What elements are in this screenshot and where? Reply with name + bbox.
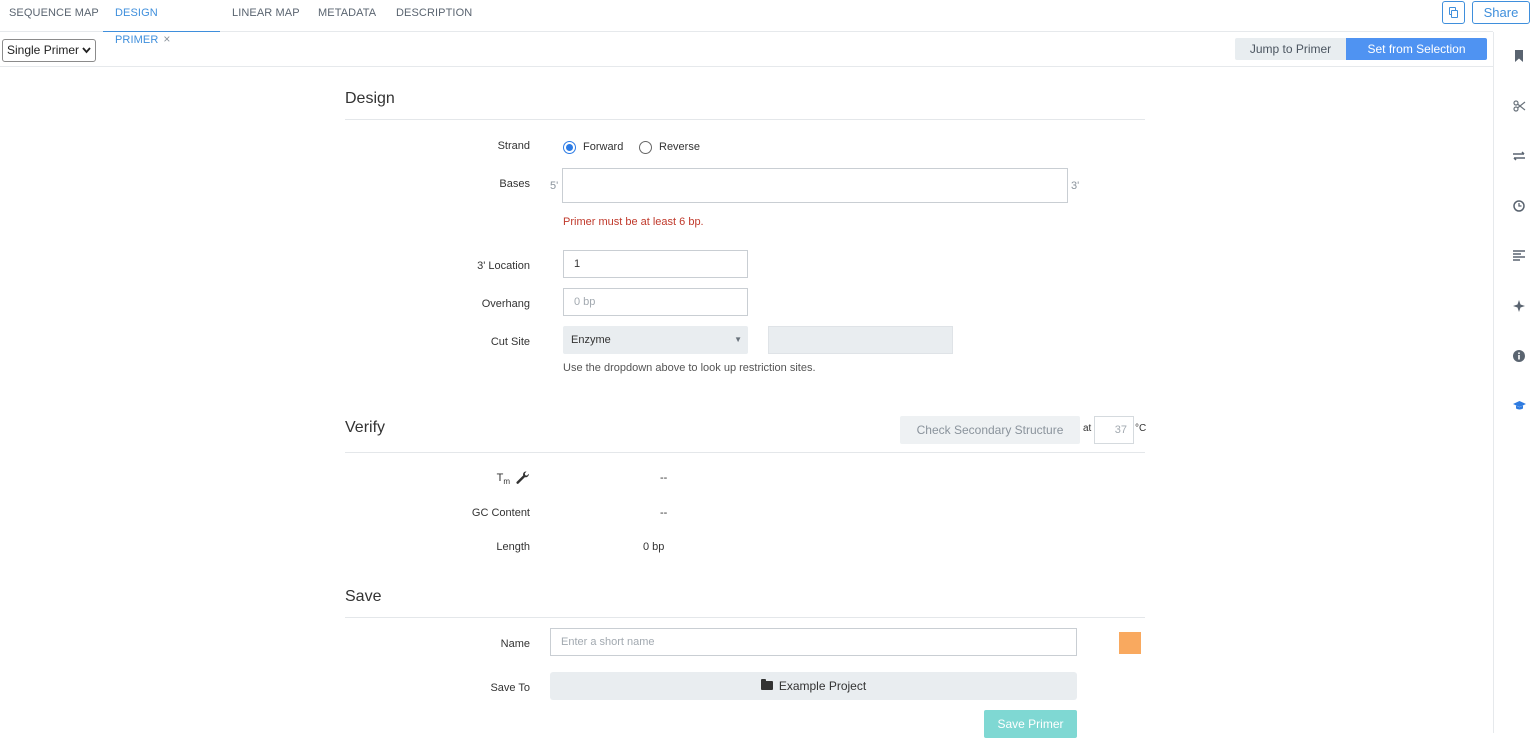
info-icon[interactable]: [1512, 350, 1526, 364]
name-input[interactable]: Enter a short name: [550, 628, 1077, 656]
reverse-radio-label[interactable]: Reverse: [659, 141, 700, 153]
tm-label: Tm: [360, 472, 510, 486]
bookmark-icon[interactable]: [1512, 50, 1526, 64]
copy-icon[interactable]: [1442, 1, 1465, 24]
location-input[interactable]: 1: [563, 250, 748, 278]
cutsite-hint: Use the dropdown above to look up restri…: [563, 362, 816, 374]
bases-error: Primer must be at least 6 bp.: [563, 216, 704, 228]
divider: [345, 119, 1145, 120]
five-prime-marker: 5': [550, 180, 559, 192]
reverse-radio[interactable]: [639, 141, 652, 154]
set-from-selection-button[interactable]: Set from Selection: [1346, 38, 1487, 60]
align-icon[interactable]: [1512, 250, 1526, 264]
folder-icon: [760, 679, 773, 691]
tab-label: LINEAR MAP: [232, 7, 300, 19]
chevron-down-icon: [82, 40, 91, 69]
jump-to-primer-button[interactable]: Jump to Primer: [1235, 38, 1346, 60]
history-icon[interactable]: [1512, 200, 1526, 214]
tab-design-primer[interactable]: DESIGN PRIMER ×: [103, 0, 220, 46]
cutsite-label: Cut Site: [490, 336, 530, 348]
forward-radio[interactable]: [563, 141, 576, 154]
feature-icon[interactable]: [1512, 300, 1526, 314]
wrench-icon[interactable]: [516, 471, 529, 489]
save-section-title: Save: [345, 588, 382, 605]
tab-label: DESCRIPTION: [396, 7, 473, 19]
gc-label: GC Content: [471, 507, 530, 519]
at-label: at: [1083, 423, 1092, 434]
verify-section-title: Verify: [345, 419, 386, 436]
location-label: 3' Location: [477, 260, 530, 272]
primer-mode-select[interactable]: Single Primer: [2, 39, 96, 62]
saveto-label: Save To: [490, 682, 530, 694]
tm-label-sub: m: [503, 477, 510, 487]
length-value: 0 bp: [643, 541, 665, 553]
tab-label: SEQUENCE MAP: [9, 7, 99, 19]
enzyme-value: Enzyme: [571, 334, 611, 346]
three-prime-marker: 3': [1071, 180, 1080, 192]
temperature-input[interactable]: 37: [1094, 416, 1134, 444]
tab-description[interactable]: DESCRIPTION: [396, 0, 472, 32]
color-swatch[interactable]: [1119, 632, 1141, 654]
enzyme-select[interactable]: Enzyme ▼: [563, 326, 748, 354]
tab-metadata[interactable]: METADATA: [318, 0, 376, 32]
design-section-title: Design: [345, 90, 395, 107]
tab-label: METADATA: [318, 7, 377, 19]
temperature-unit: °C: [1135, 423, 1147, 434]
tm-value: --: [660, 472, 668, 484]
gc-value: --: [660, 507, 668, 519]
graduation-cap-icon[interactable]: [1512, 400, 1526, 414]
divider: [345, 452, 1145, 453]
divider: [345, 617, 1145, 618]
cutsite-sequence-field: [768, 326, 953, 354]
name-label: Name: [500, 638, 530, 650]
primer-mode-value: Single Primer: [7, 43, 80, 57]
save-primer-button[interactable]: Save Primer: [984, 710, 1077, 738]
overhang-input[interactable]: 0 bp: [563, 288, 748, 316]
tab-sequence-map[interactable]: SEQUENCE MAP: [9, 0, 99, 32]
forward-radio-label[interactable]: Forward: [583, 141, 623, 153]
toolbar: Single Primer Jump to Primer Set from Se…: [0, 32, 1493, 67]
length-label: Length: [496, 541, 530, 553]
project-select[interactable]: Example Project: [550, 672, 1077, 700]
tab-linear-map[interactable]: LINEAR MAP: [232, 0, 300, 32]
scissors-icon[interactable]: [1512, 100, 1526, 114]
right-sidebar: [1493, 32, 1539, 733]
overhang-label: Overhang: [481, 298, 530, 310]
project-name: Example Project: [778, 679, 867, 693]
strand-label: Strand: [497, 140, 530, 152]
bases-label: Bases: [499, 178, 530, 190]
transfer-icon[interactable]: [1512, 150, 1526, 164]
caret-down-icon: ▼: [734, 335, 742, 344]
tab-bar: SEQUENCE MAP DESIGN PRIMER × LINEAR MAP M…: [0, 0, 1530, 46]
check-secondary-structure-button[interactable]: Check Secondary Structure: [900, 416, 1080, 444]
share-button[interactable]: Share: [1472, 1, 1530, 24]
bases-input[interactable]: [562, 168, 1068, 203]
